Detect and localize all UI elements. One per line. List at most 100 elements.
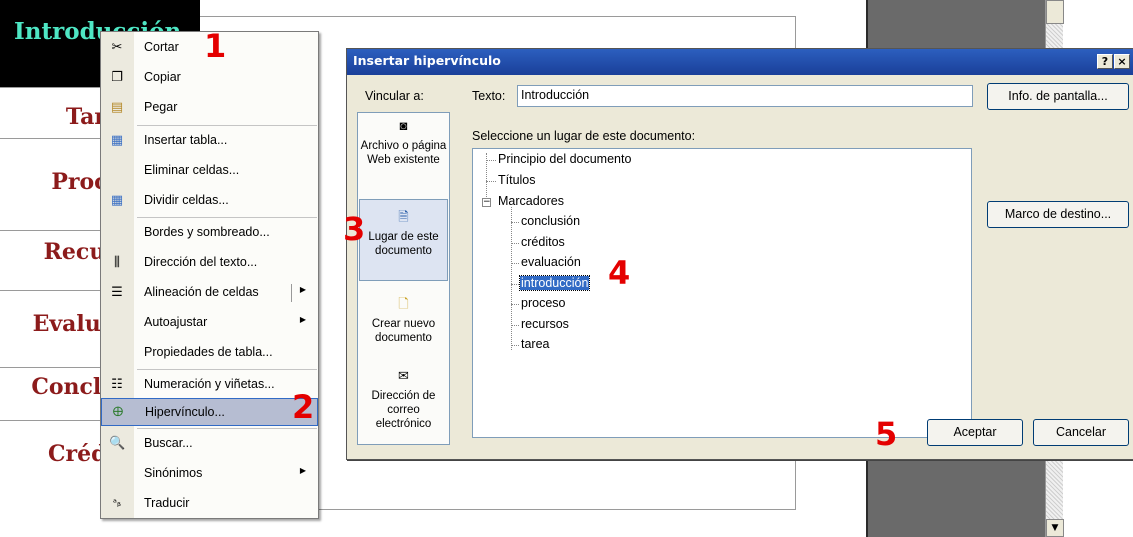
tree-line — [511, 222, 519, 223]
menu-item-label: Sinónimos — [144, 466, 203, 480]
menu-item-autoajustar[interactable]: Autoajustar ▶ — [101, 309, 318, 337]
scroll-down-icon[interactable]: ▼ — [1046, 519, 1064, 537]
menu-split-divider — [291, 284, 292, 302]
menu-item-traducir[interactable]: ᵃᵦ Traducir — [101, 490, 318, 518]
document-place-icon: 🗎 — [398, 209, 409, 224]
link-option-label: Archivo o página Web existente — [360, 140, 447, 166]
context-menu: ✂ Cortar ❐ Copiar ▤ Pegar ▦ Insertar tab… — [100, 31, 319, 519]
menu-item-insertar-tabla[interactable]: ▦ Insertar tabla... — [101, 127, 318, 155]
menu-separator — [137, 217, 317, 218]
annotation-number: 4 — [608, 254, 631, 292]
tree-line — [511, 263, 519, 264]
tree-item-bookmark[interactable]: conclusión — [521, 214, 580, 228]
annotation-number: 3 — [343, 210, 366, 248]
insert-hyperlink-dialog: Insertar hipervínculo ? × Vincular a: ◙ … — [346, 48, 1133, 460]
web-page-icon: ◙ — [399, 118, 408, 133]
submenu-arrow-icon: ▶ — [299, 285, 306, 294]
email-icon: ✉ — [398, 368, 409, 383]
menu-item-eliminar-celdas[interactable]: Eliminar celdas... — [101, 157, 318, 185]
link-option-label: Lugar de este documento — [368, 231, 439, 257]
submenu-arrow-icon: ▶ — [299, 315, 306, 324]
ok-button[interactable]: Aceptar — [927, 419, 1023, 446]
tree-line — [486, 160, 496, 161]
menu-item-pegar[interactable]: ▤ Pegar — [101, 94, 318, 122]
paste-icon: ▤ — [110, 100, 124, 115]
menu-item-label: Pegar — [144, 100, 178, 114]
menu-item-label: Numeración y viñetas... — [144, 377, 275, 391]
menu-separator — [137, 369, 317, 370]
menu-item-bordes-sombreado[interactable]: Bordes y sombreado... — [101, 219, 318, 247]
tree-line — [511, 345, 519, 346]
collapse-icon[interactable]: − — [482, 198, 491, 207]
menu-item-label: Dirección del texto... — [144, 255, 258, 269]
link-option-label: Dirección de correo electrónico — [371, 390, 436, 430]
tree-item-bookmark[interactable]: créditos — [521, 235, 565, 249]
annotation-number: 1 — [204, 27, 227, 65]
menu-item-label: Traducir — [144, 496, 190, 510]
menu-separator — [137, 125, 317, 126]
close-button[interactable]: × — [1114, 54, 1130, 69]
search-icon: 🔍 — [109, 436, 126, 451]
menu-item-label: Copiar — [144, 70, 181, 84]
dialog-title: Insertar hipervínculo — [353, 53, 501, 68]
menu-item-label: Eliminar celdas... — [144, 163, 240, 177]
translate-icon: ᵃᵦ — [113, 498, 121, 509]
tree-line — [511, 325, 519, 326]
menu-item-label: Insertar tabla... — [144, 133, 228, 147]
menu-item-direccion-texto[interactable]: ⫼ Dirección del texto... — [101, 249, 318, 277]
dialog-title-bar[interactable]: Insertar hipervínculo ? × — [347, 49, 1133, 75]
menu-item-label: Alineación de celdas — [144, 285, 259, 299]
copy-icon: ❐ — [111, 70, 123, 85]
menu-item-sinonimos[interactable]: Sinónimos ▶ — [101, 460, 318, 488]
tree-item-bookmark[interactable]: evaluación — [521, 255, 581, 269]
menu-item-buscar[interactable]: 🔍 Buscar... — [101, 430, 318, 458]
submenu-arrow-icon: ▶ — [299, 466, 306, 475]
menu-item-label: Bordes y sombreado... — [144, 225, 270, 239]
tree-line — [511, 284, 519, 285]
list-icon: ☷ — [111, 377, 123, 392]
tree-item-titles[interactable]: Títulos — [498, 173, 536, 187]
menu-item-numeracion[interactable]: ☷ Numeración y viñetas... — [101, 371, 318, 399]
menu-item-dividir-celdas[interactable]: ▦ Dividir celdas... — [101, 187, 318, 215]
scroll-thumb[interactable] — [1046, 0, 1064, 24]
annotation-number: 5 — [875, 415, 898, 453]
link-option-email[interactable]: ✉ Dirección de correo electrónico — [359, 369, 448, 441]
tree-line — [486, 181, 496, 182]
annotation-number: 2 — [292, 388, 315, 426]
link-option-new-document[interactable]: 🗋 Crear nuevo documento — [359, 297, 448, 359]
scissors-icon: ✂ — [111, 40, 123, 55]
menu-item-copiar[interactable]: ❐ Copiar — [101, 64, 318, 92]
tree-item-bookmark-selected[interactable]: introducción — [518, 275, 591, 291]
tree-line — [511, 304, 519, 305]
place-in-document-label: Seleccione un lugar de este documento: — [472, 129, 696, 143]
menu-item-label: Propiedades de tabla... — [144, 345, 273, 359]
table-icon: ▦ — [110, 133, 124, 148]
menu-item-alineacion-celdas[interactable]: ☰ Alineación de celdas ▶ — [101, 279, 318, 307]
link-to-label: Vincular a: — [365, 89, 424, 103]
text-direction-icon: ⫼ — [114, 255, 120, 270]
menu-item-label: Autoajustar — [144, 315, 208, 329]
table-border — [199, 16, 796, 17]
menu-item-hipervinculo[interactable]: 🜨 Hipervínculo... — [101, 398, 318, 426]
help-button[interactable]: ? — [1097, 54, 1113, 69]
tree-item-bookmark[interactable]: proceso — [521, 296, 565, 310]
tree-item-bookmark[interactable]: tarea — [521, 337, 550, 351]
menu-item-label: Cortar — [144, 40, 179, 54]
document-places-tree[interactable]: Principio del documento Títulos − Marcad… — [472, 148, 972, 438]
tree-item-bookmarks[interactable]: Marcadores — [498, 194, 564, 208]
menu-item-label: Hipervínculo... — [145, 405, 225, 419]
target-frame-button[interactable]: Marco de destino... — [987, 201, 1129, 228]
menu-item-propiedades-tabla[interactable]: Propiedades de tabla... — [101, 339, 318, 367]
tree-line — [511, 243, 519, 244]
link-option-label: Crear nuevo documento — [371, 318, 436, 344]
hyperlink-icon: 🜨 — [112, 405, 124, 420]
cancel-button[interactable]: Cancelar — [1033, 419, 1129, 446]
link-option-existing-file[interactable]: ◙ Archivo o página Web existente — [359, 119, 448, 189]
menu-item-label: Dividir celdas... — [144, 193, 229, 207]
display-text-input[interactable]: Introducción — [517, 85, 973, 107]
tree-item-top-of-document[interactable]: Principio del documento — [498, 152, 631, 166]
screen-tip-button[interactable]: Info. de pantalla... — [987, 83, 1129, 110]
link-option-place-in-document[interactable]: 🗎 Lugar de este documento — [359, 199, 448, 281]
split-cells-icon: ▦ — [110, 193, 124, 208]
tree-item-bookmark[interactable]: recursos — [521, 317, 569, 331]
